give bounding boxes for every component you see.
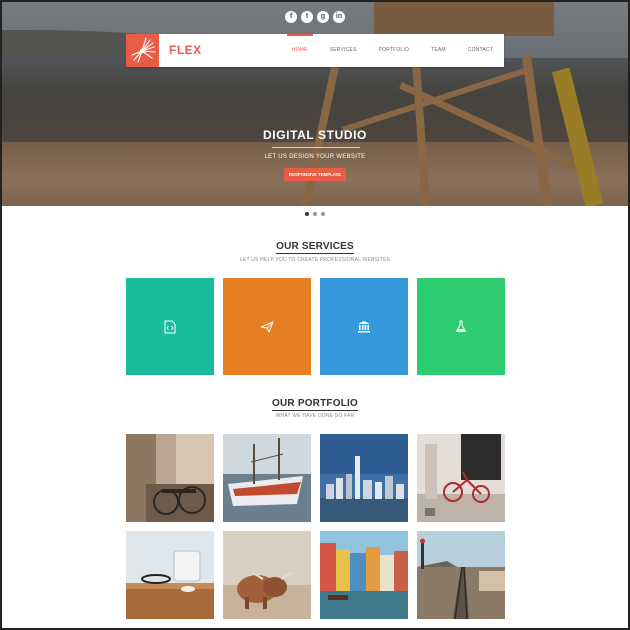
portfolio-item-bicycles[interactable] xyxy=(126,434,214,522)
slide-dot-3[interactable] xyxy=(321,212,325,216)
slide-dot-1[interactable] xyxy=(305,212,309,216)
code-file-icon xyxy=(164,320,176,333)
portfolio-item-red-bike[interactable] xyxy=(417,434,505,522)
services-subtitle: LET US HELP YOU TO CREATE PROFESSIONAL W… xyxy=(239,257,391,263)
bank-icon xyxy=(358,321,370,333)
nav-portfolio[interactable]: PORTFOLIO xyxy=(367,34,420,67)
logo-icon[interactable] xyxy=(126,34,159,67)
facebook-icon[interactable]: f xyxy=(285,11,297,23)
linkedin-icon[interactable]: in xyxy=(333,11,345,23)
responsive-template-button[interactable]: RESPONSIVE TEMPLATE xyxy=(284,168,346,181)
service-tile-code[interactable] xyxy=(126,278,214,375)
nav-home[interactable]: HOME xyxy=(281,34,319,67)
nav-services[interactable]: SERVICES xyxy=(319,34,368,67)
portfolio-item-canal[interactable] xyxy=(320,531,408,619)
portfolio-item-skyline[interactable] xyxy=(320,434,408,522)
main-nav: HOME SERVICES PORTFOLIO TEAM CONTACT xyxy=(281,34,504,67)
portfolio-item-boat[interactable] xyxy=(223,434,311,522)
slide-dot-2[interactable] xyxy=(313,212,317,216)
portfolio-title: OUR PORTFOLIO xyxy=(272,398,358,411)
brand-name[interactable]: FLEX xyxy=(169,43,202,57)
navbar: FLEX HOME SERVICES PORTFOLIO TEAM CONTAC… xyxy=(126,34,504,67)
twitter-icon[interactable]: t xyxy=(301,11,313,23)
hero-title: DIGITAL STUDIO xyxy=(263,128,367,142)
social-links: f t g in xyxy=(0,11,630,23)
portfolio-subtitle: WHAT WE HAVE DONE SO FAR xyxy=(275,413,355,419)
slider-dots xyxy=(0,212,630,216)
hero-divider xyxy=(272,147,360,148)
paper-plane-icon xyxy=(260,321,274,332)
service-tile-bank[interactable] xyxy=(320,278,408,375)
portfolio-item-railway[interactable] xyxy=(417,531,505,619)
services-title: OUR SERVICES xyxy=(276,241,354,254)
nav-contact[interactable]: CONTACT xyxy=(457,34,504,67)
service-tile-send[interactable] xyxy=(223,278,311,375)
hero-subtitle: LET US DESIGN YOUR WEBSITE xyxy=(264,154,366,160)
portfolio-item-cow[interactable] xyxy=(223,531,311,619)
google-plus-icon[interactable]: g xyxy=(317,11,329,23)
portfolio-item-desk[interactable] xyxy=(126,531,214,619)
nav-team[interactable]: TEAM xyxy=(420,34,457,67)
service-tile-lab[interactable] xyxy=(417,278,505,375)
flask-icon xyxy=(455,320,467,332)
